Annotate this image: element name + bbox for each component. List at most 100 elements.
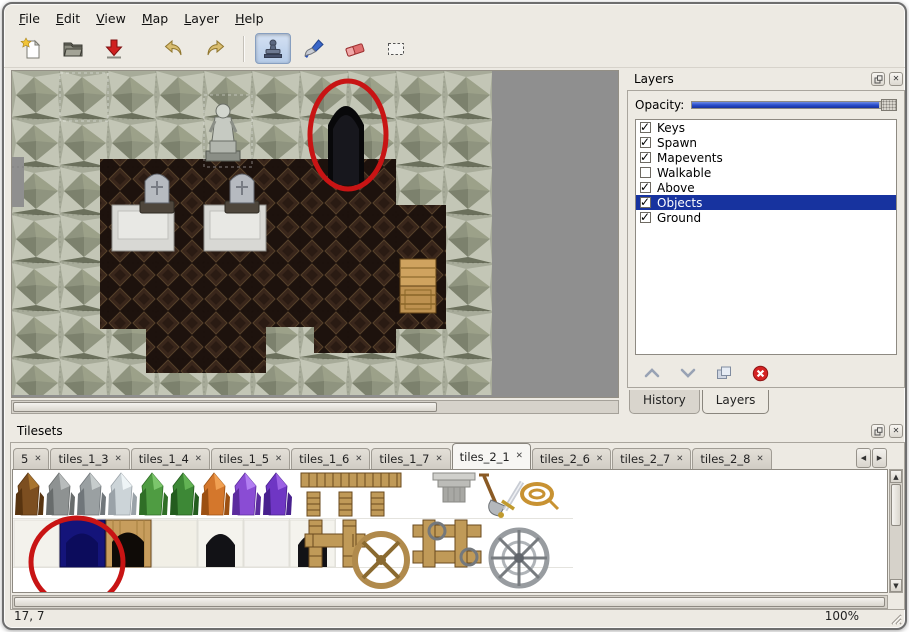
layer-name: Above	[657, 181, 695, 195]
crates-object	[400, 259, 436, 313]
tileset-tab[interactable]: tiles_1_5 ✕	[211, 448, 290, 469]
open-file-button[interactable]	[55, 33, 91, 64]
resize-grip[interactable]	[888, 611, 902, 625]
tab-scroll-right-icon[interactable]: ▶	[872, 448, 887, 468]
map-gap	[12, 157, 24, 207]
layers-list: Keys Spawn Mapevents Walkable Above	[635, 119, 897, 355]
stamp-tool-button[interactable]	[255, 33, 291, 64]
tilesets-panel-titlebar: Tilesets ✕	[8, 422, 907, 440]
tab-close-icon[interactable]: ✕	[195, 455, 202, 464]
rect-select-tool-button[interactable]	[378, 33, 414, 64]
tab-close-icon[interactable]: ✕	[34, 455, 41, 464]
tileset-vertical-scrollbar[interactable]: ▲ ▼	[889, 469, 903, 593]
layer-visibility-checkbox[interactable]	[640, 197, 651, 208]
delete-layer-button[interactable]	[749, 364, 771, 382]
layer-row[interactable]: Keys	[636, 120, 896, 135]
eraser-tool-button[interactable]	[337, 33, 373, 64]
menu-view[interactable]: View	[89, 8, 133, 29]
layer-row[interactable]: Ground	[636, 210, 896, 225]
tab-close-icon[interactable]: ✕	[756, 455, 763, 464]
map-viewport	[11, 70, 619, 398]
undo-button[interactable]	[156, 33, 192, 64]
tab-close-icon[interactable]: ✕	[355, 455, 362, 464]
menubar: File Edit View Map Layer Help	[4, 4, 905, 30]
layer-visibility-checkbox[interactable]	[640, 182, 651, 193]
tab-close-icon[interactable]: ✕	[676, 455, 683, 464]
redo-button[interactable]	[197, 33, 233, 64]
new-file-button[interactable]	[14, 33, 50, 64]
duplicate-layer-button[interactable]	[713, 364, 735, 382]
tab-close-icon[interactable]: ✕	[436, 455, 443, 464]
scroll-down-icon[interactable]: ▼	[890, 579, 902, 592]
layer-visibility-checkbox[interactable]	[640, 167, 651, 178]
tileset-tab[interactable]: tiles_1_7 ✕	[371, 448, 450, 469]
tab-close-icon[interactable]: ✕	[596, 455, 603, 464]
tileset-tab-label: tiles_2_1	[460, 450, 510, 464]
cave-entrance-object	[328, 106, 364, 185]
lower-layer-button[interactable]	[677, 364, 699, 382]
float-panel-icon	[874, 427, 883, 436]
opacity-label: Opacity:	[635, 98, 684, 112]
tab-close-icon[interactable]: ✕	[516, 452, 523, 461]
float-panel-button[interactable]	[871, 72, 885, 86]
scroll-up-icon[interactable]: ▲	[890, 470, 902, 483]
tileset-tab[interactable]: tiles_2_6 ✕	[532, 448, 611, 469]
layer-visibility-checkbox[interactable]	[640, 122, 651, 133]
raise-layer-button[interactable]	[641, 364, 663, 382]
tileset-tab[interactable]: tiles_1_6 ✕	[291, 448, 370, 469]
layer-name: Mapevents	[657, 151, 723, 165]
layer-row[interactable]: Walkable	[636, 165, 896, 180]
layer-name: Keys	[657, 121, 685, 135]
tab-close-icon[interactable]: ✕	[115, 455, 122, 464]
map-horizontal-scrollbar[interactable]	[11, 400, 619, 414]
cursor-coordinates: 17, 7	[14, 609, 45, 623]
close-panel-button[interactable]: ✕	[889, 424, 903, 438]
layer-row[interactable]: Above	[636, 180, 896, 195]
tab-scroll-left-icon[interactable]: ◀	[856, 448, 871, 468]
toolbar	[4, 30, 905, 68]
float-panel-icon	[874, 75, 883, 84]
tilesets-panel-title: Tilesets	[17, 424, 867, 438]
duplicate-layer-icon	[715, 365, 733, 381]
map-canvas[interactable]	[12, 71, 492, 395]
close-panel-button[interactable]: ✕	[889, 72, 903, 86]
fill-tool-button[interactable]	[296, 33, 332, 64]
menu-layer[interactable]: Layer	[177, 8, 226, 29]
tileset-tab[interactable]: tiles_1_3 ✕	[50, 448, 129, 469]
stamp-tool-icon	[261, 37, 285, 61]
tab-history[interactable]: History	[629, 390, 700, 414]
layer-name: Objects	[657, 196, 702, 210]
layers-panel-body: Opacity: Keys Spawn Mapeven	[627, 90, 905, 388]
scrollbar-thumb[interactable]	[891, 484, 901, 526]
scrollbar-thumb[interactable]	[13, 402, 437, 412]
tab-layers[interactable]: Layers	[702, 390, 770, 414]
tileset-tab[interactable]: tiles_2_1 ✕	[452, 443, 531, 469]
tileset-tab[interactable]: tiles_2_8 ✕	[692, 448, 771, 469]
tileset-tab[interactable]: tiles_1_4 ✕	[131, 448, 210, 469]
layer-row[interactable]: Mapevents	[636, 150, 896, 165]
open-folder-icon	[61, 37, 85, 61]
rock-crystal-tiles	[15, 473, 292, 515]
tileset-tab[interactable]: 5 ✕	[13, 448, 49, 469]
menu-help[interactable]: Help	[228, 8, 271, 29]
menu-edit[interactable]: Edit	[49, 8, 87, 29]
tileset-canvas[interactable]	[13, 470, 875, 592]
tab-close-icon[interactable]: ✕	[275, 455, 282, 464]
float-panel-button[interactable]	[871, 424, 885, 438]
layer-visibility-checkbox[interactable]	[640, 137, 651, 148]
opacity-slider[interactable]	[691, 98, 897, 112]
menu-map[interactable]: Map	[135, 8, 175, 29]
layer-visibility-checkbox[interactable]	[640, 212, 651, 223]
slider-handle[interactable]	[881, 99, 897, 111]
toolbar-separator	[243, 36, 245, 62]
layer-name: Ground	[657, 211, 701, 225]
menu-file[interactable]: File	[12, 8, 47, 29]
tileset-tab[interactable]: tiles_2_7 ✕	[612, 448, 691, 469]
layer-row[interactable]: Objects	[636, 195, 896, 210]
scrollbar-thumb[interactable]	[14, 597, 885, 607]
layer-name: Spawn	[657, 136, 697, 150]
layer-visibility-checkbox[interactable]	[640, 152, 651, 163]
layer-name: Walkable	[657, 166, 711, 180]
layer-row[interactable]: Spawn	[636, 135, 896, 150]
save-file-button[interactable]	[96, 33, 132, 64]
